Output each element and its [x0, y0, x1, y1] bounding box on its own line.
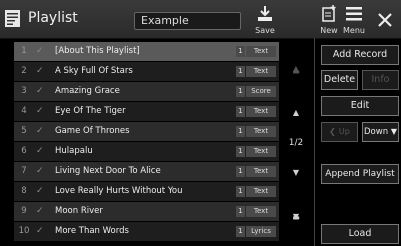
page-down-icon[interactable]: ▼ ▬: [282, 212, 310, 230]
row-number: 4: [21, 106, 27, 116]
record-type-badge: Text: [246, 126, 276, 137]
checkmark-icon: ✓: [36, 106, 44, 116]
scroll-up-icon[interactable]: ▲: [282, 108, 310, 117]
checkmark-icon: ✓: [36, 46, 44, 56]
record-type-badge: Text: [246, 146, 276, 157]
header-bar: Playlist Example Save New Menu: [0, 0, 401, 39]
menu-icon: [346, 7, 362, 21]
record-count-badge: 1: [236, 226, 245, 237]
page-title: Playlist: [28, 10, 78, 26]
playlist-list: 1 ✓ [About This Playlist] 1 Text 2 ✓ A Sky Full…: [14, 42, 279, 242]
record-count-badge: 1: [236, 206, 245, 217]
checkmark-icon: ✓: [36, 206, 44, 216]
add-record-button[interactable]: Add Record: [321, 45, 399, 65]
menu-label: Menu: [343, 26, 365, 35]
move-up-button[interactable]: ❮ Up: [321, 122, 358, 142]
song-name: More Than Words: [55, 226, 129, 236]
playlist-name-field[interactable]: Example: [134, 12, 241, 30]
song-name: Love Really Hurts Without You: [55, 186, 183, 196]
checkmark-icon: ✓: [36, 66, 44, 76]
new-button[interactable]: New: [315, 2, 343, 36]
checkmark-icon: ✓: [36, 146, 44, 156]
record-type-badge: Text: [246, 186, 276, 197]
list-item[interactable]: 7 ✓ Living Next Door To Alice 1 Text: [14, 162, 279, 181]
row-number: 5: [21, 126, 27, 136]
scroll-controls: ▲ ▬ ▲ 1/2 ▼ ▼ ▬: [282, 42, 310, 242]
list-item[interactable]: 2 ✓ A Sky Full Of Stars 1 Text: [14, 62, 279, 81]
record-type-badge: Text: [246, 206, 276, 217]
record-count-badge: 1: [236, 86, 245, 97]
checkmark-icon: ✓: [36, 226, 44, 236]
record-type-badge: Text: [246, 46, 276, 57]
song-name: Living Next Door To Alice: [55, 166, 161, 176]
song-name: Amazing Grace: [55, 86, 120, 96]
record-count-badge: 1: [236, 186, 245, 197]
record-count-badge: 1: [236, 46, 245, 57]
list-item[interactable]: 10 ✓ More Than Words 1 Lyrics: [14, 222, 279, 241]
row-number: 3: [21, 86, 27, 96]
row-number: 6: [21, 146, 27, 156]
list-item[interactable]: 8 ✓ Love Really Hurts Without You 1 Text: [14, 182, 279, 201]
save-label: Save: [255, 26, 275, 35]
move-up-label: Up: [338, 127, 350, 136]
chevron-down-icon: ▼: [390, 127, 397, 136]
record-type-badge: Text: [246, 106, 276, 117]
song-name: A Sky Full Of Stars: [55, 66, 133, 76]
song-name: Moon River: [55, 206, 103, 216]
row-number: 1: [21, 46, 27, 56]
new-label: New: [320, 26, 338, 35]
list-item[interactable]: 5 ✓ Game Of Thrones 1 Text: [14, 122, 279, 141]
record-count-badge: 1: [236, 126, 245, 137]
song-name: [About This Playlist]: [55, 46, 140, 56]
row-number: 7: [21, 166, 27, 176]
checkmark-icon: ✓: [36, 126, 44, 136]
record-type-badge: Text: [246, 166, 276, 177]
record-count-badge: 1: [236, 146, 245, 157]
record-count-badge: 1: [236, 166, 245, 177]
delete-button[interactable]: Delete: [321, 70, 358, 90]
load-button[interactable]: Load: [321, 224, 399, 244]
song-name: Hulapalu: [55, 146, 93, 156]
row-number: 9: [21, 206, 27, 216]
list-item[interactable]: 4 ✓ Eye Of The Tiger 1 Text: [14, 102, 279, 121]
page-up-icon[interactable]: ▲ ▬: [282, 64, 310, 82]
record-count-badge: 1: [236, 106, 245, 117]
song-name: Game Of Thrones: [55, 126, 130, 136]
list-item[interactable]: 1 ✓ [About This Playlist] 1 Text: [14, 42, 279, 61]
song-name: Eye Of The Tiger: [55, 106, 126, 116]
scroll-down-icon[interactable]: ▼: [282, 168, 310, 177]
checkmark-icon: ✓: [36, 166, 44, 176]
row-number: 8: [21, 186, 27, 196]
record-type-badge: Text: [246, 66, 276, 77]
append-playlist-button[interactable]: Append Playlist: [321, 164, 399, 184]
chevron-up-icon: ❮: [329, 127, 336, 136]
edit-button[interactable]: Edit: [321, 96, 399, 116]
save-button[interactable]: Save: [251, 2, 279, 36]
menu-button[interactable]: Menu: [340, 2, 368, 36]
close-icon[interactable]: [373, 8, 397, 32]
checkmark-icon: ✓: [36, 86, 44, 96]
playlist-icon: [5, 10, 20, 27]
checkmark-icon: ✓: [36, 186, 44, 196]
save-icon: [258, 6, 272, 21]
list-item[interactable]: 3 ✓ Amazing Grace 1 Score: [14, 82, 279, 101]
list-item[interactable]: 9 ✓ Moon River 1 Text: [14, 202, 279, 221]
move-down-label: Down: [364, 127, 389, 137]
list-item[interactable]: 6 ✓ Hulapalu 1 Text: [14, 142, 279, 161]
divider: [314, 38, 315, 246]
record-type-badge: Lyrics: [246, 226, 276, 237]
record-count-badge: 1: [236, 66, 245, 77]
info-button[interactable]: Info: [362, 70, 399, 90]
move-down-button[interactable]: Down ▼: [362, 122, 399, 142]
row-number: 2: [21, 66, 27, 76]
page-indicator: 1/2: [288, 138, 304, 148]
new-icon: [322, 5, 336, 22]
row-number: 10: [18, 226, 30, 236]
record-type-badge: Score: [246, 86, 276, 97]
